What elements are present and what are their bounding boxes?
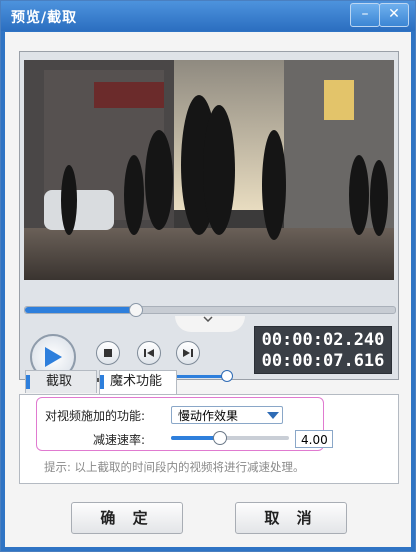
tab-marker [26, 375, 30, 389]
next-frame-icon [183, 349, 193, 357]
magic-panel: 对视频施加的功能: 慢动作效果 减速速率: 4.00 提示: 以上截取的时间段内… [19, 394, 399, 484]
tab-marker [100, 375, 104, 389]
total-time: 00:00:07.616 [261, 351, 385, 371]
video-preview [24, 60, 394, 280]
tab-trim[interactable]: 截取 [25, 370, 97, 393]
speed-label: 减速速率: [93, 433, 146, 447]
magic-settings-group: 对视频施加的功能: 慢动作效果 减速速率: 4.00 [36, 397, 333, 451]
current-time: 00:00:02.240 [261, 330, 385, 350]
cancel-button[interactable]: 取 消 [235, 502, 347, 534]
previous-frame-button[interactable] [137, 341, 161, 365]
seek-handle[interactable] [129, 303, 143, 317]
previous-frame-icon [144, 349, 154, 357]
tab-trim-label: 截取 [46, 374, 73, 389]
function-select[interactable]: 慢动作效果 [171, 406, 283, 424]
preview-frame: 00:00:02.240 00:00:07.616 [19, 51, 399, 385]
seek-bar[interactable] [24, 303, 396, 317]
minimize-button[interactable]: – [350, 3, 380, 27]
hint-text: 提示: 以上截取的时间段内的视频将进行减速处理。 [44, 460, 305, 474]
speed-slider[interactable] [171, 436, 289, 440]
title-bar: 预览/截取 – ✕ [1, 1, 415, 31]
dropdown-arrow-icon [267, 412, 279, 419]
function-label: 对视频施加的功能: [45, 409, 146, 423]
next-frame-button[interactable] [176, 341, 200, 365]
dialog-body: 00:00:02.240 00:00:07.616 截取 魔术功能 对视频施加的… [5, 32, 411, 547]
ok-button[interactable]: 确 定 [71, 502, 183, 534]
volume-handle[interactable] [221, 370, 233, 382]
speed-input[interactable]: 4.00 [295, 430, 333, 448]
close-button[interactable]: ✕ [379, 3, 409, 27]
stop-button[interactable] [96, 341, 120, 365]
tab-magic[interactable]: 魔术功能 [99, 370, 177, 394]
tab-magic-label: 魔术功能 [110, 374, 163, 389]
speed-slider-handle[interactable] [213, 431, 227, 445]
play-icon [45, 347, 62, 367]
function-select-value: 慢动作效果 [178, 409, 239, 423]
stop-icon [104, 349, 112, 357]
seek-progress [25, 307, 133, 313]
preview-dialog: 预览/截取 – ✕ 00:00:02.240 00:00:07.616 截取 魔… [0, 0, 416, 552]
chevron-down-icon[interactable] [203, 314, 213, 325]
time-display: 00:00:02.240 00:00:07.616 [254, 326, 392, 374]
window-title: 预览/截取 [11, 10, 78, 26]
video-frame-image [24, 60, 394, 280]
